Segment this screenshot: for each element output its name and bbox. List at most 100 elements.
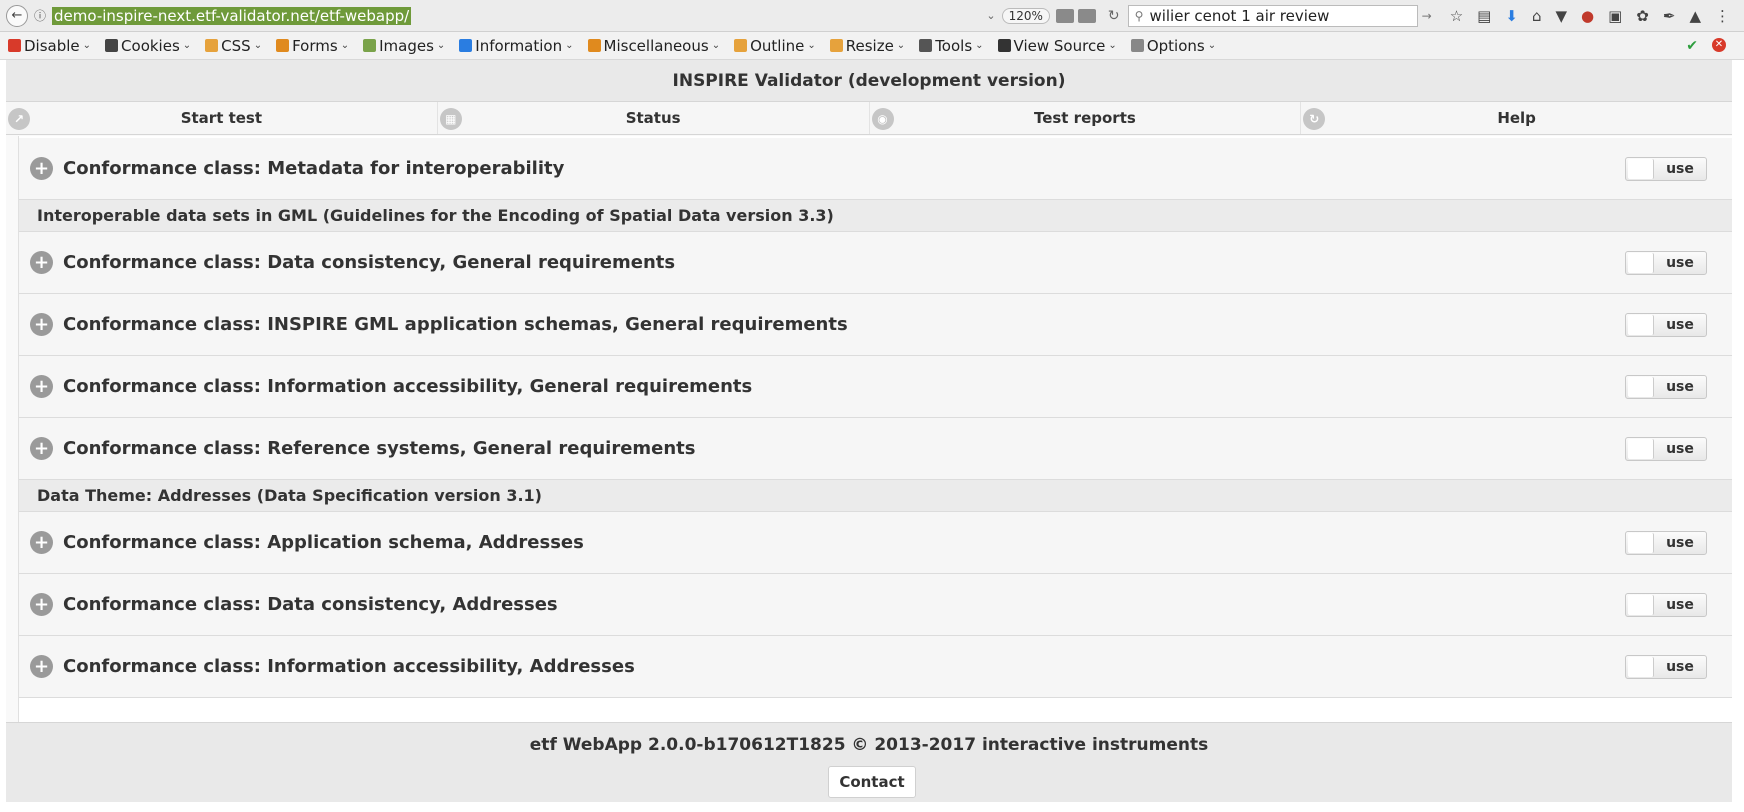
toggle-label: use <box>1666 316 1694 333</box>
extension-icon[interactable] <box>1077 8 1096 23</box>
devbar-menu-label: Forms <box>292 36 338 55</box>
view-source-icon <box>997 39 1011 52</box>
chevron-down-icon: ⌄ <box>253 40 263 51</box>
devbar-menu-label: View Source <box>1013 36 1106 55</box>
addon-icon[interactable]: ✿ <box>1636 7 1649 25</box>
chevron-down-icon[interactable]: ⌄ <box>986 9 995 22</box>
section-header: Interoperable data sets in GML (Guidelin… <box>19 200 1732 232</box>
chevron-down-icon: ⌄ <box>975 40 984 51</box>
expand-plus-icon[interactable]: + <box>30 531 53 554</box>
page-title: INSPIRE Validator (development version) <box>6 60 1732 102</box>
devbar-menu-options[interactable]: Options ⌄ <box>1130 36 1216 55</box>
toggle-knob <box>1628 252 1654 273</box>
devbar-menu-label: Miscellaneous <box>603 36 709 55</box>
devbar-menu-images[interactable]: Images ⌄ <box>363 37 445 55</box>
toggle-label: use <box>1666 160 1694 177</box>
conformance-class-row[interactable]: + Conformance class: Application schema, … <box>19 512 1732 574</box>
expand-plus-icon[interactable]: + <box>30 251 53 274</box>
devbar-menu-label: CSS <box>221 36 251 55</box>
conformance-class-row[interactable]: + Conformance class: INSPIRE GML applicat… <box>19 294 1732 356</box>
footer-version: etf WebApp 2.0.0-b170612T1825 © 2013-201… <box>529 735 1209 755</box>
use-toggle[interactable]: use <box>1625 374 1707 399</box>
contact-button[interactable]: Contact <box>828 766 916 798</box>
tab-help[interactable]: ↻ Help <box>1301 102 1732 134</box>
devbar-menu-view-source[interactable]: View Source ⌄ <box>997 36 1117 55</box>
toggle-label: use <box>1666 534 1694 551</box>
devbar-menu-information[interactable]: Information ⌄ <box>459 37 574 55</box>
use-toggle[interactable]: use <box>1625 250 1707 275</box>
chevron-down-icon: ⌄ <box>436 40 446 51</box>
refresh-icon: ↻ <box>1303 108 1326 130</box>
toggle-knob <box>1628 438 1654 459</box>
devbar-menu-forms[interactable]: Forms ⌄ <box>276 37 349 55</box>
reload-icon[interactable]: ↻ <box>1108 8 1120 24</box>
devbar-status: ✔ ✕ <box>1686 37 1726 54</box>
eyedropper-icon[interactable]: ✒ <box>1663 7 1676 25</box>
resize-icon <box>829 39 843 52</box>
conformance-class-label: Conformance class: INSPIRE GML applicati… <box>63 314 848 335</box>
use-toggle[interactable]: use <box>1625 156 1707 181</box>
devbar-menu-cookies[interactable]: Cookies ⌄ <box>105 37 191 55</box>
menu-icon[interactable]: ⋮ <box>1715 7 1730 25</box>
star-icon[interactable]: ☆ <box>1450 7 1463 25</box>
info-icon[interactable]: ⓘ <box>34 7 46 24</box>
use-toggle[interactable]: use <box>1625 436 1707 461</box>
reading-list-icon[interactable]: ▤ <box>1477 7 1491 25</box>
checkmark-icon[interactable]: ✔ <box>1686 38 1698 54</box>
screenshot-icon[interactable]: ▣ <box>1608 7 1622 25</box>
devbar-menu-label: Disable <box>24 36 80 55</box>
conformance-class-row[interactable]: + Conformance class: Metadata for interop… <box>19 138 1732 200</box>
extension-icon[interactable] <box>1055 8 1074 23</box>
go-arrow-icon[interactable]: → <box>1422 9 1432 23</box>
images-icon <box>363 39 377 52</box>
devbar-menu-tools[interactable]: Tools ⌄ <box>919 36 984 55</box>
tab-label: Help <box>1497 109 1536 127</box>
calendar-icon: ▦ <box>439 108 462 130</box>
expand-plus-icon[interactable]: + <box>30 437 53 460</box>
devbar-menu-label: Cookies <box>121 36 180 55</box>
expand-plus-icon[interactable]: + <box>30 375 53 398</box>
chevron-down-icon: ⌄ <box>1108 40 1117 51</box>
expand-plus-icon[interactable]: + <box>30 313 53 336</box>
expand-plus-icon[interactable]: + <box>30 655 53 678</box>
download-icon[interactable]: ⬇ <box>1505 7 1518 25</box>
zoom-level[interactable]: 120% <box>1001 7 1050 24</box>
chevron-down-icon: ⌄ <box>82 40 92 51</box>
pocket-icon[interactable]: ▼ <box>1555 7 1567 25</box>
tab-start-test[interactable]: ↗ Start test <box>6 102 438 134</box>
toggle-label: use <box>1666 658 1694 675</box>
devbar-menu-disable[interactable]: Disable ⌄ <box>8 37 91 55</box>
tab-status[interactable]: ▦ Status <box>438 102 870 134</box>
use-toggle[interactable]: use <box>1625 312 1707 337</box>
devbar-menu-css[interactable]: CSS ⌄ <box>205 37 262 55</box>
devbar-menu-label: Tools <box>935 36 973 55</box>
back-arrow-icon[interactable]: ← <box>6 4 28 27</box>
tab-test-reports[interactable]: ◉ Test reports <box>870 102 1302 134</box>
ublock-icon[interactable]: ● <box>1581 7 1594 25</box>
use-toggle[interactable]: use <box>1625 654 1707 679</box>
search-input[interactable]: ⚲ wilier cenot 1 air review <box>1127 4 1418 27</box>
tab-label: Test reports <box>1033 109 1136 127</box>
disable-icon <box>8 39 21 52</box>
expand-plus-icon[interactable]: + <box>30 157 53 180</box>
close-icon[interactable]: ✕ <box>1712 37 1726 52</box>
devbar-menu-label: Options <box>1146 36 1205 55</box>
use-toggle[interactable]: use <box>1625 592 1707 617</box>
use-toggle[interactable]: use <box>1625 530 1707 555</box>
devbar-menu-outline[interactable]: Outline ⌄ <box>734 37 816 55</box>
chevron-down-icon: ⌄ <box>182 40 192 51</box>
browser-icons: ☆ ▤ ⬇ ⌂ ▼ ● ▣ ✿ ✒ ▲ ⋮ <box>1450 7 1730 25</box>
devbar-menu-resize[interactable]: Resize ⌄ <box>829 37 905 55</box>
home-icon[interactable]: ⌂ <box>1532 7 1542 25</box>
conformance-class-row[interactable]: + Conformance class: Data consistency, Ge… <box>19 232 1732 294</box>
conformance-class-row[interactable]: + Conformance class: Reference systems, G… <box>19 418 1732 480</box>
devbar-menu-miscellaneous[interactable]: Miscellaneous ⌄ <box>587 36 720 55</box>
chevron-down-icon: ⌄ <box>340 40 350 51</box>
conformance-class-row[interactable]: + Conformance class: Information accessib… <box>19 356 1732 418</box>
conformance-class-row[interactable]: + Conformance class: Data consistency, Ad… <box>19 574 1732 636</box>
url-field[interactable]: demo-inspire-next.etf-validator.net/etf-… <box>52 6 412 25</box>
triangle-icon[interactable]: ▲ <box>1689 7 1701 25</box>
toggle-knob <box>1628 158 1654 179</box>
conformance-class-row[interactable]: + Conformance class: Information accessib… <box>19 636 1732 698</box>
expand-plus-icon[interactable]: + <box>30 593 53 616</box>
